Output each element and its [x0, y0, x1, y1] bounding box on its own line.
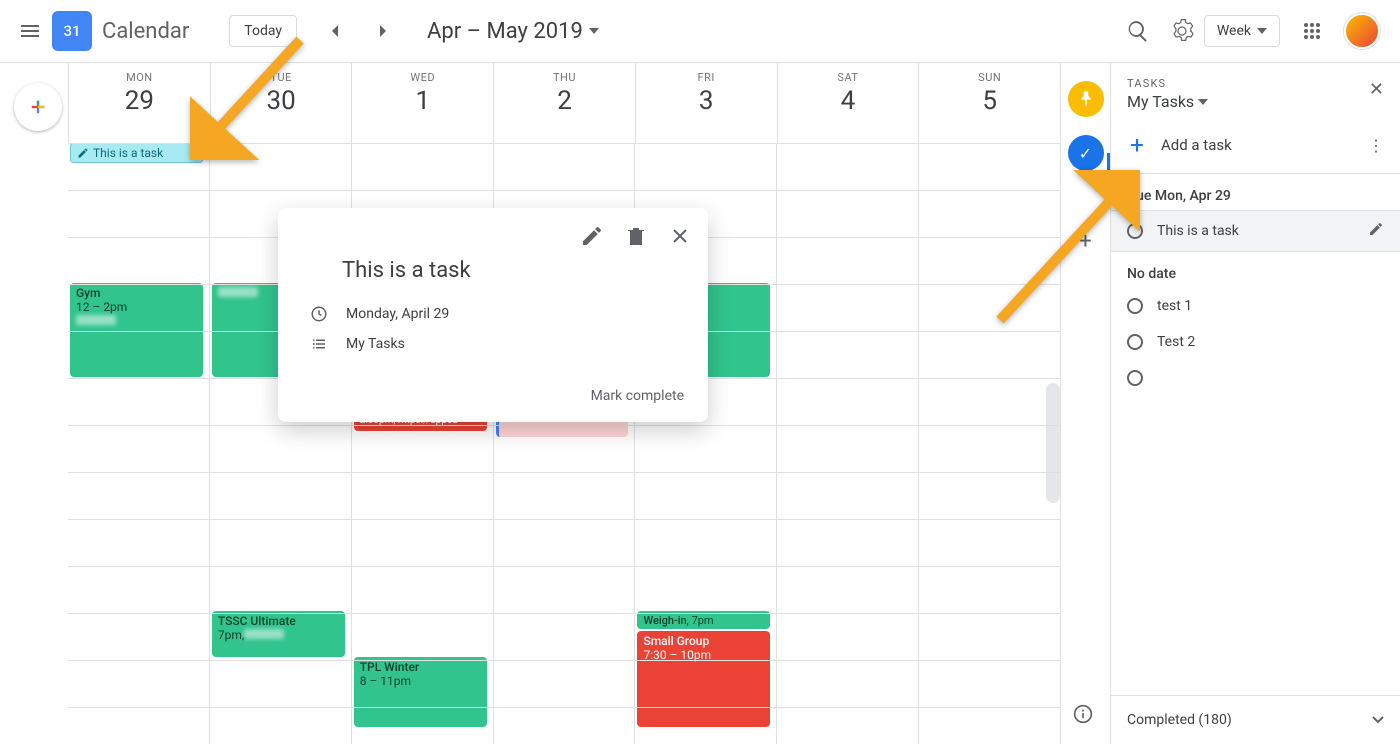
- popover-title: This is a task: [278, 254, 708, 299]
- clock-icon: [310, 305, 328, 323]
- list-icon: [310, 335, 328, 353]
- task-options-icon[interactable]: ⋮: [1368, 136, 1384, 155]
- chevron-down-icon: [1257, 28, 1267, 34]
- left-gutter: [0, 63, 68, 744]
- event-tssc[interactable]: TSSC Ultimate 7pm,: [212, 611, 345, 657]
- info-icon[interactable]: [1073, 704, 1093, 728]
- pencil-icon: [77, 147, 89, 159]
- day-header-wed[interactable]: Wed1: [351, 63, 493, 143]
- search-icon[interactable]: [1116, 9, 1160, 53]
- annotation-arrow: [190, 30, 320, 164]
- chevron-down-icon: [1198, 99, 1208, 105]
- task-row[interactable]: test 1: [1111, 288, 1400, 324]
- annotation-arrow: [980, 170, 1140, 334]
- task-title: Test 2: [1157, 334, 1384, 350]
- next-week-button[interactable]: [361, 9, 405, 53]
- scrollbar[interactable]: [1046, 383, 1060, 503]
- hour-gridline: [68, 566, 1060, 567]
- task-checkbox[interactable]: [1127, 334, 1143, 350]
- tasks-panel-label: TASKS: [1127, 77, 1208, 90]
- delete-trash-icon[interactable]: [618, 218, 654, 254]
- section-nodate: No date: [1111, 252, 1400, 288]
- day-column-mon[interactable]: This is a task Gym 12 – 2pm: [68, 143, 209, 744]
- task-row[interactable]: Test 2: [1111, 324, 1400, 360]
- event-smallgroup[interactable]: Small Group 7:30 – 10pm: [637, 631, 770, 727]
- calendar-logo: 31: [52, 11, 92, 51]
- hour-gridline: [68, 190, 1060, 191]
- calendar-grid: GMT-04 Mon29 Tue30 Wed1 Thu2 Fri3 Sat4 S…: [68, 63, 1060, 744]
- day-header-sun[interactable]: Sun5: [918, 63, 1060, 143]
- event-gym[interactable]: Gym 12 – 2pm: [70, 283, 203, 377]
- date-range-text: Apr – May 2019: [427, 19, 583, 44]
- date-range-label[interactable]: Apr – May 2019: [427, 19, 599, 44]
- task-row[interactable]: This is a task: [1111, 210, 1400, 252]
- keep-icon[interactable]: [1068, 81, 1104, 117]
- completed-section[interactable]: Completed (180): [1111, 695, 1400, 744]
- day-header-thu[interactable]: Thu2: [493, 63, 635, 143]
- tasks-list-selector[interactable]: My Tasks: [1127, 92, 1208, 111]
- day-column-sat[interactable]: [776, 143, 918, 744]
- task-title: test 1: [1157, 298, 1384, 314]
- hour-gridline: [68, 519, 1060, 520]
- settings-gear-icon[interactable]: [1160, 9, 1204, 53]
- task-checkbox[interactable]: [1127, 370, 1143, 386]
- task-row-empty[interactable]: [1111, 360, 1400, 396]
- hour-gridline: [68, 613, 1060, 614]
- task-chip[interactable]: This is a task: [70, 143, 203, 163]
- hour-gridline: [68, 425, 1060, 426]
- create-event-fab[interactable]: [14, 83, 62, 131]
- hour-gridline: [68, 472, 1060, 473]
- mark-complete-button[interactable]: Mark complete: [591, 388, 684, 404]
- add-task-row[interactable]: + Add a task ⋮: [1111, 117, 1400, 174]
- tasks-panel: TASKS My Tasks ✕ + Add a task ⋮ Due Mon,…: [1110, 63, 1400, 744]
- popover-date-row: Monday, April 29: [278, 299, 708, 329]
- hamburger-menu-icon[interactable]: [8, 9, 52, 53]
- day-header-mon[interactable]: Mon29: [68, 63, 210, 143]
- edit-task-icon[interactable]: [1368, 221, 1384, 241]
- view-label: Week: [1217, 23, 1251, 39]
- popover-list-row: My Tasks: [278, 329, 708, 359]
- task-title: This is a task: [1157, 223, 1354, 239]
- chevron-down-icon: [589, 28, 599, 34]
- section-due: Due Mon, Apr 29: [1111, 174, 1400, 210]
- close-icon[interactable]: [662, 218, 698, 254]
- day-header-sat[interactable]: Sat4: [777, 63, 919, 143]
- edit-pencil-icon[interactable]: [574, 218, 610, 254]
- hour-gridline: [68, 660, 1060, 661]
- tasks-icon[interactable]: [1068, 135, 1104, 171]
- google-apps-icon[interactable]: [1292, 11, 1332, 51]
- view-selector[interactable]: Week: [1204, 15, 1280, 47]
- side-rail: +: [1060, 63, 1110, 744]
- add-task-label: Add a task: [1161, 136, 1354, 154]
- day-header-fri[interactable]: Fri3: [635, 63, 777, 143]
- app-title: Calendar: [102, 19, 189, 44]
- close-panel-icon[interactable]: ✕: [1369, 79, 1384, 100]
- plus-icon: +: [1127, 131, 1147, 159]
- task-chip-text: This is a task: [93, 146, 163, 160]
- hour-gridline: [68, 707, 1060, 708]
- event-tpl[interactable]: TPL Winter 8 – 11pm: [354, 657, 487, 727]
- chevron-down-icon: [1372, 716, 1384, 724]
- popover-footer: Mark complete: [278, 369, 708, 422]
- task-popover: This is a task Monday, April 29 My Tasks…: [278, 208, 708, 422]
- account-avatar[interactable]: [1344, 13, 1380, 49]
